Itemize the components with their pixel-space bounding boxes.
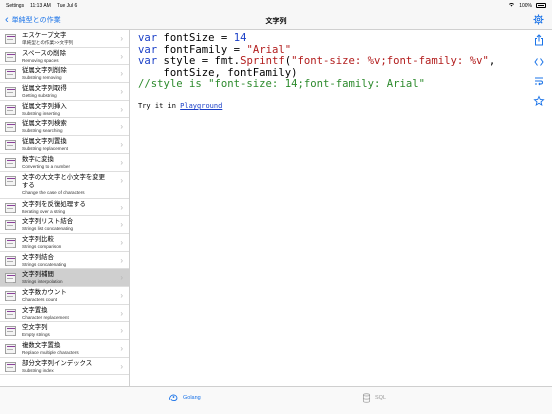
list-item[interactable]: 文字列比較 Strings comparison › [0, 234, 129, 252]
list-item[interactable]: 従属文字列置換 Substring replacement › [0, 136, 129, 154]
chevron-right-icon: › [120, 308, 123, 318]
chevron-right-icon: › [120, 175, 123, 185]
list-item[interactable]: 文字数カウント Characters count › [0, 287, 129, 305]
code-thumbnail-icon [5, 273, 16, 284]
list-item[interactable]: 空文字列 Empty strings › [0, 322, 129, 340]
list-item[interactable]: 文字の大文字と小文字を変更する Change the case of charac… [0, 172, 129, 199]
code-thumbnail-icon [5, 202, 16, 213]
list-item[interactable]: 文字列結合 Strings concatenating › [0, 252, 129, 270]
database-icon [362, 393, 371, 403]
star-icon[interactable] [533, 95, 545, 107]
chevron-right-icon: › [120, 202, 123, 212]
code-thumbnail-icon [5, 157, 16, 168]
code-thumbnail-icon [5, 220, 16, 231]
chevron-right-icon: › [120, 69, 123, 79]
chevron-right-icon: › [120, 34, 123, 43]
battery-icon [536, 3, 546, 8]
code-thumbnail-icon [5, 104, 16, 115]
list-item[interactable]: 文字置換 Character replacement › [0, 305, 129, 323]
list-item[interactable]: 従属文字列挿入 Substring inserting › [0, 101, 129, 119]
chevron-right-icon: › [120, 273, 123, 283]
chevron-right-icon: › [120, 290, 123, 300]
code-thumbnail-icon [5, 290, 16, 301]
topic-list: エスケープ文字 単純型との作業>>文字列 › スペースの削除 Removing spa… [0, 30, 130, 386]
status-bar: Settings 11:13 AM Tue Jul 6 100% [0, 0, 552, 11]
code-block: var fontSize = 14 var fontFamily = "Aria… [138, 32, 496, 91]
chevron-right-icon: › [120, 87, 123, 97]
chevron-right-icon: › [120, 237, 123, 247]
chevron-right-icon: › [120, 104, 123, 114]
code-thumbnail-icon [5, 34, 16, 44]
list-item[interactable]: 従属文字列検索 Substring searching › [0, 118, 129, 137]
tab-golang[interactable]: Golang [168, 393, 201, 402]
code-thumbnail-icon [5, 237, 16, 248]
chevron-right-icon: › [120, 326, 123, 336]
list-item[interactable]: スペースの削除 Removing spaces › [0, 48, 129, 66]
gear-icon[interactable] [533, 14, 544, 25]
list-item[interactable]: 文字列を反復処理する Iterating over a string › [0, 199, 129, 217]
code-detail: var fontSize = 14 var fontFamily = "Aria… [131, 30, 527, 386]
list-item[interactable]: 従属文字列取得 Getting substring › [0, 83, 129, 101]
code-thumbnail-icon [5, 255, 16, 266]
code-thumbnail-icon [5, 122, 16, 133]
chevron-right-icon: › [120, 51, 123, 61]
code-thumbnail-icon [5, 326, 16, 337]
code-thumbnail-icon [5, 51, 16, 62]
text-wrap-icon[interactable] [533, 75, 545, 87]
code-thumbnail-icon [5, 87, 16, 98]
chevron-right-icon: › [120, 255, 123, 265]
code-thumbnail-icon [5, 175, 16, 186]
share-icon[interactable] [533, 34, 545, 46]
chevron-right-icon: › [120, 220, 123, 230]
right-action-bar [527, 30, 552, 120]
chevron-right-icon: › [120, 157, 123, 167]
playground-link[interactable]: Playground [180, 102, 222, 110]
code-thumbnail-icon [5, 69, 16, 80]
list-item[interactable]: 複数文字置換 Replace multiple characters › [0, 340, 129, 358]
code-thumbnail-icon [5, 344, 16, 354]
code-thumbnail-icon [5, 308, 16, 319]
chevron-right-icon: › [120, 140, 123, 150]
page-title: 文字列 [265, 18, 287, 25]
chevron-right-icon: › [120, 122, 123, 132]
tab-sql[interactable]: SQL [362, 393, 386, 403]
chevron-right-icon: › [120, 361, 123, 371]
status-time: 11:13 AM [30, 2, 51, 9]
chevron-right-icon: › [120, 344, 123, 353]
list-item[interactable]: エスケープ文字 単純型との作業>>文字列 › [0, 30, 129, 48]
code-thumbnail-icon [5, 140, 16, 151]
list-item[interactable]: 部分文字列インデックス Substring index › [0, 358, 129, 376]
code-thumbnail-icon [5, 361, 16, 372]
list-item[interactable]: 文字列リスト結合 Strings list concatenating › [0, 216, 129, 234]
tab-bar: Golang SQL [0, 386, 552, 414]
list-item-selected[interactable]: 文字列補間 Strings interpolation › [0, 269, 129, 287]
wifi-icon [508, 2, 515, 9]
status-date: Tue Jul 6 [56, 2, 78, 9]
golang-icon [169, 394, 178, 402]
battery-percent: 100% [519, 2, 532, 9]
status-back-to-app[interactable]: Settings [6, 3, 24, 9]
navigation-bar: ‹ 単純型との作業 文字列 [0, 11, 552, 30]
list-item[interactable]: 従属文字列削除 Substring removing › [0, 65, 129, 84]
list-item[interactable]: 数字に変換 Converting to a number › [0, 154, 129, 172]
code-brackets-icon[interactable] [533, 56, 545, 68]
try-it-line: Try it in Playground [138, 102, 223, 110]
